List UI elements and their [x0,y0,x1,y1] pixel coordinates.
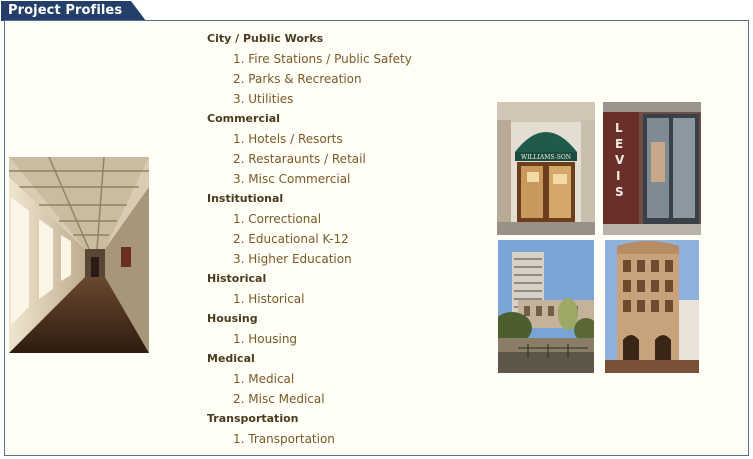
category-city-public-works: City / Public Works [207,32,324,45]
link-transportation[interactable]: 1. Transportation [207,431,447,451]
link-restaurants-retail[interactable]: 2. Restaraunts / Retail [207,151,447,171]
category-medical: Medical [207,352,255,365]
ornate-building-photo [605,240,699,373]
link-parks-recreation[interactable]: 2. Parks & Recreation [207,71,447,91]
svg-text:L: L [615,121,623,135]
category-transportation: Transportation [207,412,299,425]
link-educational-k12[interactable]: 2. Educational K-12 [207,231,447,251]
svg-text:I: I [616,169,620,183]
category-housing: Housing [207,312,258,325]
campus-building-photo [498,240,594,373]
link-historical[interactable]: 1. Historical [207,291,447,311]
category-institutional: Institutional [207,192,284,205]
link-correctional[interactable]: 1. Correctional [207,211,447,231]
link-medical[interactable]: 1. Medical [207,371,447,391]
section-title: Project Profiles [8,3,123,18]
link-utilities[interactable]: 3. Utilities [207,91,447,111]
category-historical: Historical [207,272,267,285]
svg-text:S: S [615,185,624,199]
storefront-photo-1: WILLIAMS-SON [497,102,595,235]
svg-text:V: V [615,153,625,167]
section-tab: Project Profiles [1,1,146,21]
project-category-list: City / Public Works 1. Fire Stations / P… [207,31,447,451]
link-housing[interactable]: 1. Housing [207,331,447,351]
svg-text:E: E [615,137,623,151]
link-fire-stations[interactable]: 1. Fire Stations / Public Safety [207,51,447,71]
hallway-photo [9,157,149,353]
link-misc-commercial[interactable]: 3. Misc Commercial [207,171,447,191]
link-misc-medical[interactable]: 2. Misc Medical [207,391,447,411]
link-higher-education[interactable]: 3. Higher Education [207,251,447,271]
storefront-photo-2: L E V I S [603,102,701,235]
category-commercial: Commercial [207,112,280,125]
store1-sign-text: WILLIAMS-SON [521,154,571,161]
link-hotels-resorts[interactable]: 1. Hotels / Resorts [207,131,447,151]
